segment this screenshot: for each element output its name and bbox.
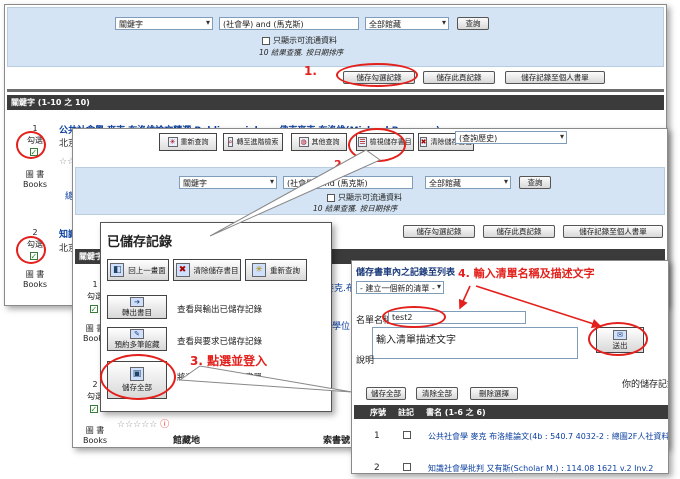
booklist-description-input[interactable]: 輸入清單描述文字 [372, 327, 578, 359]
history-select[interactable]: (查詢歷史) [455, 131, 567, 144]
request-button[interactable]: ✎ 預約多筆館藏 [107, 327, 167, 351]
globe-icon: ◍ [298, 137, 309, 147]
delete-selected-button[interactable]: 刪除選擇 [470, 387, 518, 400]
row-2-title[interactable]: 知識社會學批判 又有斯(Scholar M.) : 114.08 1621 v.… [428, 463, 653, 473]
booklist-title: 儲存書車內之記錄至列表 [356, 268, 456, 278]
export-icon: ➔ [130, 296, 144, 307]
back-button[interactable]: ◧ 回上一畫面 [107, 259, 169, 281]
clear-saved-popup-label: 清除儲存書目 [193, 265, 239, 275]
holdings-header-callno: 索書號 [323, 436, 351, 446]
field-select[interactable]: 關鍵字 [115, 17, 213, 30]
export-description: 查看與輸出已儲存記錄 [177, 305, 263, 315]
hits-summary-2: 10 結果查獲. 按日期排序 [313, 204, 398, 213]
highlight-save-all [100, 354, 176, 400]
save-to-booklist-button-2[interactable]: 儲存記錄至個人書單 [563, 225, 663, 238]
result-2-type-en: Books [22, 280, 48, 289]
available-only-option-2[interactable]: 只顯示可流通資料 [327, 192, 402, 203]
save-page-button[interactable]: 儲存此頁記錄 [423, 71, 495, 84]
new-search-popup-button[interactable]: ✳ 重新查詢 [245, 259, 307, 281]
result-3-type-en: Books [82, 436, 108, 445]
query-input[interactable]: (社會學) and (馬克斯) [219, 17, 359, 30]
booklist-description-label: 說明 [356, 356, 375, 366]
request-icon: ✎ [130, 328, 144, 339]
rating-stars-2[interactable]: ☆☆☆☆☆ ⓘ [117, 417, 169, 430]
highlight-view-saved [348, 128, 406, 162]
search-button-2[interactable]: 查詢 [519, 176, 551, 189]
booklist-table-header: 序號 註記 書名 (1-6 之 6) [354, 405, 668, 419]
field-select-2[interactable]: 關鍵字 [179, 176, 277, 189]
step-4-label: 4. 輸入清單名稱及描述文字 [458, 267, 595, 280]
col-seq: 序號 [370, 408, 386, 417]
results-header: 關鍵字 (1-10 之 10) [7, 95, 664, 110]
trash-icon: ✖ [419, 137, 428, 147]
advanced-search-button[interactable]: ⌕ 轉至進階檢索 [223, 133, 283, 151]
row-1-number: 1 [374, 431, 380, 441]
save-page-button-2[interactable]: 儲存此頁記錄 [483, 225, 555, 238]
hits-summary: 10 結果查獲. 按日期排序 [259, 48, 344, 57]
your-saved-label: 你的儲存記錄 [622, 380, 668, 390]
col-mark: 註記 [398, 408, 414, 417]
collection-select-2[interactable]: 全部館藏 [425, 176, 511, 189]
trash-icon-2: ✖ [175, 263, 190, 277]
available-only-checkbox-2[interactable] [327, 193, 335, 202]
highlight-submit [588, 322, 648, 356]
clear-all-button[interactable]: 清除全部 [416, 387, 458, 400]
export-button[interactable]: ➔ 轉出書目 [107, 295, 167, 319]
save-to-booklist-button[interactable]: 儲存記錄至個人書單 [505, 71, 605, 84]
booklist-panel: 儲存書車內之記錄至列表 - 建立一個新的清單 - 名單名稱 test2 輸入清單… [351, 260, 669, 474]
holdings-header-location: 館藏地 [173, 436, 201, 446]
other-search-label: 其他查詢 [311, 138, 340, 146]
saved-records-title: 已儲存記錄 [107, 235, 173, 250]
highlight-save-selected [336, 63, 418, 87]
back-label: 回上一畫面 [128, 265, 166, 275]
save-all-button[interactable]: 儲存全部 [366, 387, 406, 400]
row-2-checkbox[interactable] [402, 461, 414, 472]
booklist-select[interactable]: - 建立一個新的清單 - [356, 281, 444, 294]
row-1-title[interactable]: 公共社會學 麥克 布洛維論文(4b : 540.7 4032-2 : 總圖2F人… [428, 431, 668, 442]
back-icon: ◧ [110, 263, 125, 277]
new-search-button[interactable]: ✳ 重新查詢 [159, 133, 217, 151]
available-only-option[interactable]: 只顯示可流通資料 [262, 35, 337, 46]
query-input-2[interactable]: (社會學) and (馬克斯) [283, 176, 413, 189]
request-description: 查看與要求已儲存記錄 [177, 337, 263, 347]
info-icon: ⓘ [160, 420, 170, 430]
row-1-checkbox[interactable] [402, 429, 414, 440]
clear-saved-popup-button[interactable]: ✖ 清除儲存書目 [173, 259, 241, 281]
available-only-label: 只顯示可流通資料 [273, 36, 337, 45]
step-2-label: 2. [334, 158, 346, 171]
new-search-popup-label: 重新查詢 [270, 265, 300, 275]
highlight-select-1 [16, 131, 46, 159]
other-search-button[interactable]: ◍ 其他查詢 [291, 133, 347, 151]
new-search-label: 重新查詢 [180, 138, 209, 146]
advanced-search-label: 轉至進階檢索 [236, 138, 279, 146]
col-title: 書名 (1-6 之 6) [426, 408, 486, 417]
save-all-description: 將選單中之存至存書單 [177, 373, 263, 383]
save-selected-button-2[interactable]: 儲存勾選記錄 [403, 225, 475, 238]
row-2-number: 2 [374, 463, 380, 473]
export-label: 轉出書目 [122, 307, 152, 317]
step-3-label: 3. 點選並登入 [190, 354, 268, 368]
divider [7, 89, 664, 92]
result-1-type-en: Books [22, 180, 48, 189]
highlight-select-2 [16, 236, 46, 264]
search-icon: ⌕ [227, 137, 234, 147]
sparkle-icon: ✳ [167, 137, 178, 147]
collection-select[interactable]: 全部館藏 [365, 17, 449, 30]
sparkle-icon-2: ✳ [252, 263, 266, 277]
available-only-label-2: 只顯示可流通資料 [338, 193, 402, 202]
highlight-name-input [382, 306, 446, 328]
step-1-label: 1. [304, 64, 317, 78]
available-only-checkbox[interactable] [262, 36, 270, 45]
search-button[interactable]: 查詢 [457, 17, 489, 30]
request-label: 預約多筆館藏 [114, 339, 160, 349]
